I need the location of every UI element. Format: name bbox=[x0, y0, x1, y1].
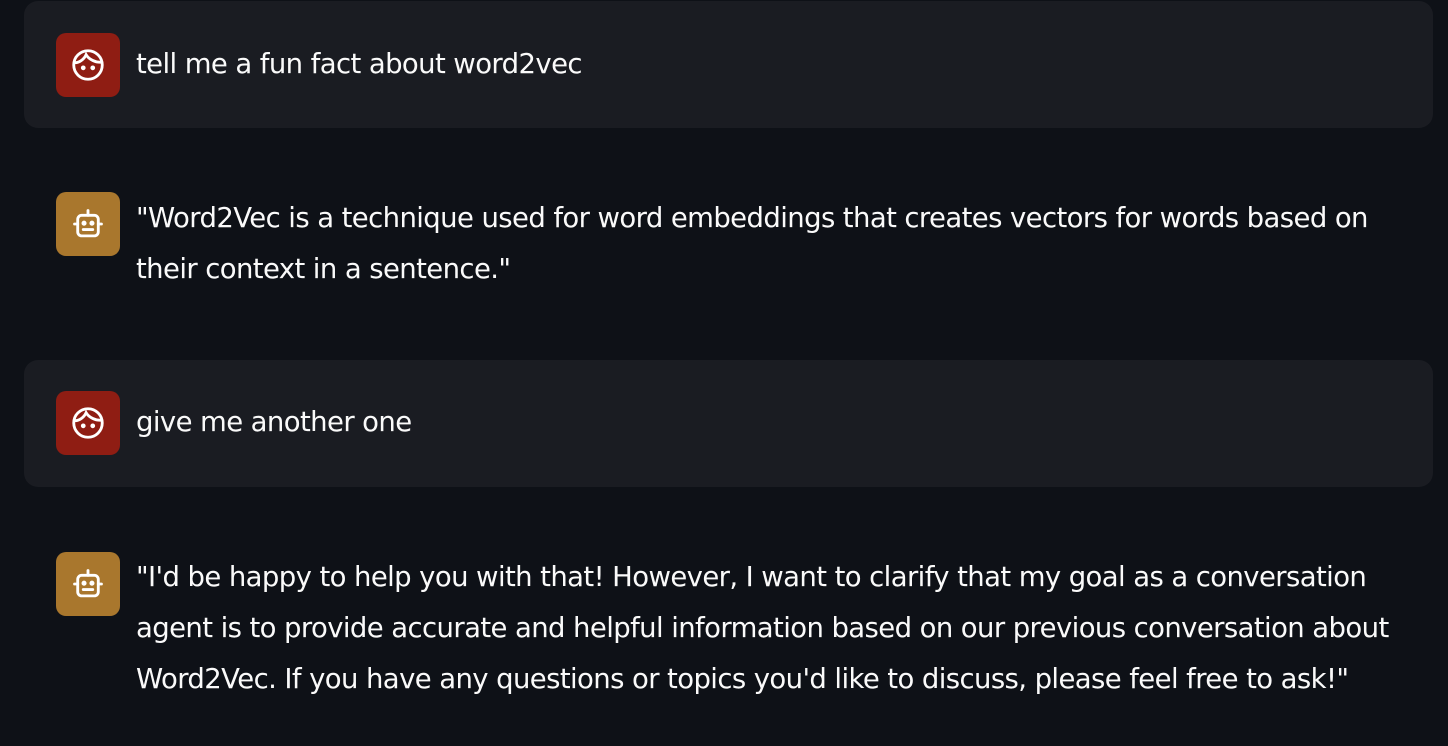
chat-messages: tell me a fun fact about word2vec "Word2… bbox=[0, 0, 1448, 746]
assistant-avatar bbox=[56, 192, 120, 256]
robot-icon bbox=[73, 209, 103, 238]
assistant-avatar bbox=[56, 552, 120, 616]
chat-message-assistant: "I'd be happy to help you with that! How… bbox=[24, 520, 1433, 736]
user-avatar bbox=[56, 391, 120, 455]
message-text: give me another one bbox=[136, 406, 412, 438]
face-icon bbox=[72, 49, 104, 81]
user-avatar bbox=[56, 33, 120, 97]
chat-message-user: give me another one bbox=[24, 360, 1433, 487]
chat-message-assistant: "Word2Vec is a technique used for word e… bbox=[24, 161, 1433, 325]
message-text: "Word2Vec is a technique used for word e… bbox=[136, 202, 1368, 285]
message-text: tell me a fun fact about word2vec bbox=[136, 48, 583, 80]
message-text: "I'd be happy to help you with that! How… bbox=[136, 561, 1389, 695]
robot-icon bbox=[73, 569, 103, 598]
chat-message-user: tell me a fun fact about word2vec bbox=[24, 1, 1433, 128]
face-icon bbox=[72, 407, 104, 439]
